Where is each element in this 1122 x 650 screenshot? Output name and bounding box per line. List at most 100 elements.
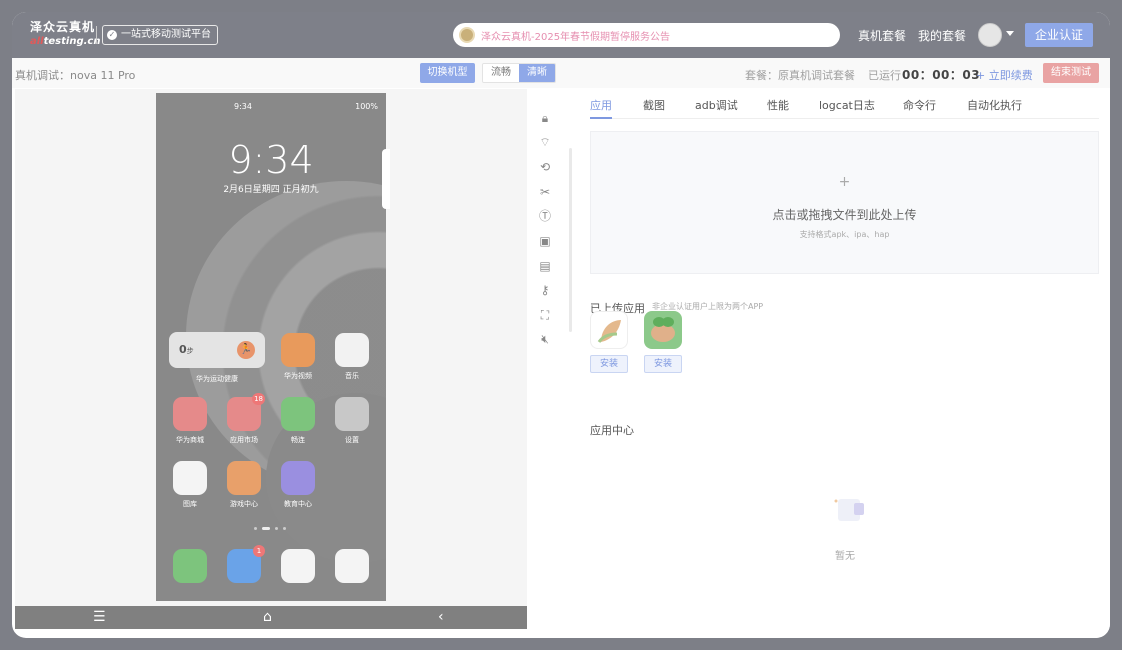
phone-screen[interactable]: 9:34 100% 9:34 2月6日星期四 正月初九 0步 🏃 华为运动健康 … [156, 93, 386, 601]
check-icon: ✓ [107, 30, 117, 40]
gamepad-icon [227, 461, 261, 495]
app-huawei-video[interactable]: 华为视频 [275, 333, 321, 381]
tab-apps[interactable]: 应用 [590, 97, 612, 113]
uploaded-app-2: 安装 [644, 311, 682, 373]
notice-avatar-icon [459, 27, 475, 43]
phone-status-bar: 9:34 100% [156, 102, 386, 114]
camera-icon [335, 549, 369, 583]
tab-command[interactable]: 命令行 [903, 97, 936, 113]
side-panel-handle[interactable] [382, 149, 390, 209]
switch-device-button[interactable]: 切换机型 [420, 63, 475, 83]
rotate-icon[interactable]: ⟲ [536, 158, 554, 176]
enterprise-cert-button[interactable]: 企业认证 [1025, 23, 1093, 47]
video-icon [281, 333, 315, 367]
plan-label: 套餐：原真机调试套餐 [745, 69, 855, 82]
runtime-label: 已运行 [868, 69, 901, 82]
mute-icon[interactable]: 🔇︎ [536, 330, 554, 348]
page-indicator [254, 527, 294, 531]
tab-screenshot[interactable]: 截图 [643, 97, 665, 113]
logo-en: alltesting.cn [30, 36, 101, 47]
device-nav-bar: ☰ ⌂ ‹ [15, 606, 527, 629]
quality-clear[interactable]: 清晰 [519, 64, 555, 82]
app-gallery[interactable]: 图库 [167, 461, 213, 509]
install-button-2[interactable]: 安装 [644, 355, 682, 373]
image-upload-icon[interactable]: ▤ [536, 257, 554, 275]
app-vmall[interactable]: 华为商城 [167, 397, 213, 445]
back-icon[interactable]: ‹ [438, 609, 444, 625]
nav-device-plans[interactable]: 真机套餐 [858, 27, 906, 44]
wifi-icon[interactable]: ⌔ [536, 133, 554, 151]
dock-browser[interactable] [275, 549, 321, 583]
uploaded-app-1: 安装 [590, 311, 628, 373]
install-button-1[interactable]: 安装 [590, 355, 628, 373]
gallery-icon [173, 461, 207, 495]
notice-banner[interactable]: 泽众云真机-2025年春节假期暂停服务公告 [453, 23, 840, 47]
upload-main-text: 点击或拖拽文件到此处上传 [772, 208, 917, 222]
lock-clock: 9:34 [228, 138, 314, 182]
dock-camera[interactable] [329, 549, 375, 583]
tab-adb[interactable]: adb调试 [695, 97, 738, 113]
quality-toggle: 流畅 清晰 [482, 63, 556, 83]
tab-automation[interactable]: 自动化执行 [967, 97, 1022, 113]
chevron-down-icon[interactable] [1006, 31, 1014, 36]
upload-sub-text: 支持格式apk、ipa、hap [799, 230, 890, 239]
tab-performance[interactable]: 性能 [767, 97, 789, 113]
notice-text: 泽众云真机-2025年春节假期暂停服务公告 [481, 31, 671, 43]
top-header: 泽众云真机 alltesting.cn ✓ 一站式移动测试平台 泽众云真机-20… [12, 12, 1110, 58]
leaf-app-icon [590, 311, 628, 349]
gear-icon [335, 397, 369, 431]
device-tools: 🔒︎ ⌔ ⟲ ✂ Ⓣ ▣ ▤ ⚷ ⛶ 🔇︎ [528, 89, 562, 629]
tools-scrollbar[interactable] [569, 148, 572, 332]
logo[interactable]: 泽众云真机 alltesting.cn [30, 20, 101, 50]
app-health-label: 华为运动健康 [196, 375, 238, 383]
device-screen-area: 9:34 100% 9:34 2月6日星期四 正月初九 0步 🏃 华为运动健康 … [15, 89, 527, 629]
key-icon[interactable]: ⚷ [536, 281, 554, 299]
lock-icon[interactable]: 🔒︎ [536, 109, 554, 127]
lock-date: 2月6日星期四 正月初九 [223, 185, 319, 195]
upload-dropzone[interactable]: + 点击或拖拽文件到此处上传 支持格式apk、ipa、hap [590, 131, 1099, 274]
education-icon [281, 461, 315, 495]
home-icon[interactable]: ⌂ [263, 609, 272, 625]
user-avatar[interactable] [978, 23, 1002, 47]
empty-text: 暂无 [835, 551, 855, 562]
plus-icon: + [838, 174, 851, 190]
phone-icon [173, 549, 207, 583]
quality-smooth[interactable]: 流畅 [483, 64, 519, 82]
fullscreen-icon[interactable]: ⛶ [536, 306, 554, 324]
messages-badge: 1 [253, 545, 265, 557]
image-icon[interactable]: ▣ [536, 232, 554, 250]
tab-logcat[interactable]: logcat日志 [819, 97, 875, 113]
message-icon: 1 [227, 545, 265, 583]
vmall-icon [173, 397, 207, 431]
device-toolbar: 真机调试：nova 11 Pro 切换机型 流畅 清晰 套餐：原真机调试套餐 已… [12, 58, 1110, 88]
music-icon [335, 333, 369, 367]
app-settings[interactable]: 设置 [329, 397, 375, 445]
status-battery: 100% [355, 102, 378, 111]
renew-link[interactable]: + 立即续费 [976, 67, 1033, 83]
active-tab-underline [590, 117, 612, 119]
app-center-title: 应用中心 [590, 424, 634, 437]
app-game-center[interactable]: 游戏中心 [221, 461, 267, 509]
menu-icon[interactable]: ☰ [93, 609, 106, 625]
app-window: 泽众云真机 alltesting.cn ✓ 一站式移动测试平台 泽众云真机-20… [12, 12, 1110, 638]
empty-box-icon [830, 493, 874, 525]
running-icon: 🏃 [237, 341, 255, 359]
tab-bar: 应用 截图 adb调试 性能 logcat日志 命令行 自动化执行 [590, 89, 1099, 119]
steps-widget[interactable]: 0步 🏃 [169, 332, 265, 368]
nav-my-plans[interactable]: 我的套餐 [918, 27, 966, 44]
appgallery-icon: 18 [227, 393, 265, 431]
dock-messages[interactable]: 1 [221, 545, 267, 583]
dock-phone[interactable] [167, 549, 213, 583]
app-meetime[interactable]: 畅连 [275, 397, 321, 445]
scissors-icon[interactable]: ✂ [536, 183, 554, 201]
runtime-value: 00：00：03 [902, 68, 981, 82]
chat-icon [281, 397, 315, 431]
text-input-icon[interactable]: Ⓣ [536, 207, 554, 225]
app-app-market[interactable]: 18 应用市场 [221, 393, 267, 445]
app-market-badge: 18 [252, 393, 265, 405]
end-test-button[interactable]: 结束测试 [1043, 63, 1099, 83]
status-time: 9:34 [234, 102, 252, 111]
app-education[interactable]: 教育中心 [275, 461, 321, 509]
browser-icon [281, 549, 315, 583]
app-music[interactable]: 音乐 [329, 333, 375, 381]
